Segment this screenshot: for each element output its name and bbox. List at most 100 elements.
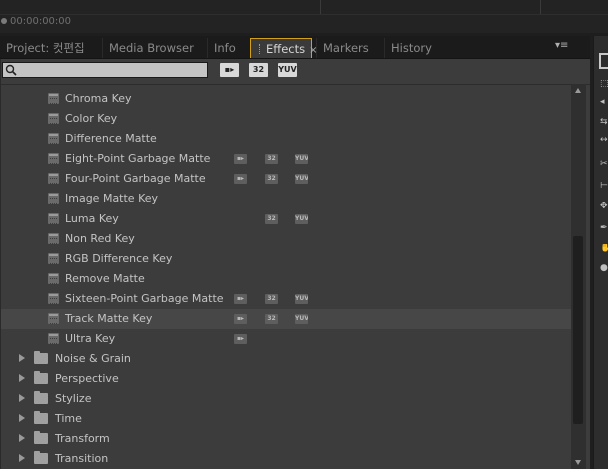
- razor-tool-icon[interactable]: ✂: [600, 160, 608, 168]
- accelerated-badge-icon: ▪▸: [234, 334, 247, 344]
- timecode-display[interactable]: 00:00:00:00: [1, 15, 71, 29]
- effect-label: Remove Matte: [65, 272, 145, 285]
- hand-tool-icon[interactable]: ✋: [600, 244, 608, 252]
- tab-label: Effects: [266, 42, 306, 56]
- scroll-thumb[interactable]: [573, 236, 583, 424]
- slip-tool-icon[interactable]: ⊢: [600, 182, 608, 190]
- effects-scrollbar[interactable]: [571, 84, 586, 469]
- folder-noise-grain[interactable]: Noise & Grain: [1, 349, 573, 369]
- 32bit-badge-icon: 32: [265, 174, 278, 184]
- tab-label: History: [391, 41, 432, 55]
- effect-label: Color Key: [65, 112, 118, 125]
- expand-triangle-icon[interactable]: [19, 374, 25, 382]
- tab-markers[interactable]: Markers: [316, 38, 378, 58]
- accelerated-effects-button[interactable]: ▪▸: [220, 63, 239, 77]
- effect-item-track-matte-key[interactable]: Track Matte Key ▪▸ 32 YUV: [1, 309, 573, 329]
- search-input[interactable]: [19, 63, 205, 77]
- effect-item-remove-matte[interactable]: Remove Matte: [1, 269, 573, 289]
- monitor-bar: 00:00:00:00: [0, 0, 608, 33]
- search-box[interactable]: [2, 62, 208, 78]
- timecode-text: 00:00:00:00: [10, 16, 72, 27]
- 32bit-effects-button[interactable]: 32: [249, 63, 268, 77]
- effect-item-luma-key[interactable]: Luma Key 32 YUV: [1, 209, 573, 229]
- effect-label: RGB Difference Key: [65, 252, 173, 265]
- folder-icon: [34, 411, 48, 424]
- pen-tool-icon[interactable]: ✒: [600, 224, 608, 232]
- effect-item-rgb-difference-key[interactable]: RGB Difference Key: [1, 249, 573, 269]
- tab-label: Info: [214, 41, 236, 55]
- folder-stylize[interactable]: Stylize: [1, 389, 573, 409]
- folder-perspective[interactable]: Perspective: [1, 369, 573, 389]
- accelerated-badge-icon: ▪▸: [234, 314, 247, 324]
- expand-triangle-icon[interactable]: [19, 394, 25, 402]
- accelerated-badge-icon: ▪▸: [234, 294, 247, 304]
- folder-label: Noise & Grain: [55, 352, 131, 365]
- expand-triangle-icon[interactable]: [19, 454, 25, 462]
- effect-item-eight-point-garbage-matte[interactable]: Eight-Point Garbage Matte ▪▸ 32 YUV: [1, 149, 573, 169]
- tab-project[interactable]: Project: 컷편집: [0, 38, 98, 58]
- scroll-up-icon[interactable]: [575, 88, 581, 93]
- effect-label: Luma Key: [65, 212, 119, 225]
- yuv-badge-icon: YUV: [295, 214, 308, 224]
- effect-label: Ultra Key: [65, 332, 116, 345]
- tab-media-browser[interactable]: Media Browser: [102, 38, 197, 58]
- effect-label: Chroma Key: [65, 92, 132, 105]
- effect-item-difference-matte[interactable]: Difference Matte: [1, 129, 573, 149]
- expand-triangle-icon[interactable]: [19, 354, 25, 362]
- effect-icon: [48, 133, 59, 144]
- effect-icon: [48, 253, 59, 264]
- effect-icon: [48, 233, 59, 244]
- rolling-edit-tool-icon[interactable]: ⇆: [600, 118, 608, 126]
- 32bit-badge-icon: 32: [265, 294, 278, 304]
- slide-tool-icon[interactable]: ✥: [600, 202, 608, 210]
- effect-icon: [48, 173, 59, 184]
- search-icon: [5, 64, 17, 76]
- yuv-badge-icon: YUV: [295, 154, 308, 164]
- yuv-badge-icon: YUV: [295, 314, 308, 324]
- zoom-tool-icon[interactable]: ●: [600, 264, 608, 272]
- 32bit-badge-icon: 32: [265, 314, 278, 324]
- effect-item-four-point-garbage-matte[interactable]: Four-Point Garbage Matte ▪▸ 32 YUV: [1, 169, 573, 189]
- folder-transition[interactable]: Transition: [1, 449, 573, 469]
- effect-icon: [48, 213, 59, 224]
- divider: [540, 0, 541, 14]
- rate-stretch-tool-icon[interactable]: ↔: [600, 136, 608, 144]
- tab-history[interactable]: History: [384, 38, 444, 58]
- effect-item-image-matte-key[interactable]: Image Matte Key: [1, 189, 573, 209]
- folder-time[interactable]: Time: [1, 409, 573, 429]
- folder-icon: [34, 431, 48, 444]
- tools-panel: ⬚ ◂ ⇆ ↔ ✂ ⊢ ✥ ✒ ✋ ●: [593, 36, 608, 469]
- folder-label: Transition: [55, 452, 109, 465]
- selection-tool-icon[interactable]: [599, 53, 608, 69]
- track-select-tool-icon[interactable]: ⬚: [600, 80, 608, 88]
- accelerated-badge-icon: ▪▸: [234, 154, 247, 164]
- effect-item-color-key[interactable]: Color Key: [1, 109, 573, 129]
- effects-tree: Chroma Key Color Key Difference Matte Ei…: [1, 84, 573, 469]
- effect-item-ultra-key[interactable]: Ultra Key ▪▸: [1, 329, 573, 349]
- drag-grip-icon[interactable]: [259, 44, 262, 54]
- yuv-badge-icon: YUV: [295, 174, 308, 184]
- effect-icon: [48, 333, 59, 344]
- effect-label: Difference Matte: [65, 132, 157, 145]
- panel-menu-icon[interactable]: ▾≡: [555, 40, 568, 51]
- expand-triangle-icon[interactable]: [19, 434, 25, 442]
- ripple-edit-tool-icon[interactable]: ◂: [600, 98, 608, 106]
- folder-transform[interactable]: Transform: [1, 429, 573, 449]
- effect-item-chroma-key[interactable]: Chroma Key: [1, 89, 573, 109]
- expand-triangle-icon[interactable]: [19, 414, 25, 422]
- folder-icon: [34, 391, 48, 404]
- tab-effects[interactable]: Effects ×: [250, 38, 317, 58]
- yuv-effects-button[interactable]: YUV: [278, 63, 297, 77]
- scroll-down-icon[interactable]: [575, 460, 581, 465]
- effect-label: Sixteen-Point Garbage Matte: [65, 292, 224, 305]
- accelerated-badge-icon: ▪▸: [234, 174, 247, 184]
- effect-item-non-red-key[interactable]: Non Red Key: [1, 229, 573, 249]
- folder-icon: [34, 451, 48, 464]
- effect-label: Track Matte Key: [65, 312, 153, 325]
- effect-icon: [48, 313, 59, 324]
- tab-info[interactable]: Info: [207, 38, 247, 58]
- effect-icon: [48, 153, 59, 164]
- effect-label: Eight-Point Garbage Matte: [65, 152, 211, 165]
- effect-label: Image Matte Key: [65, 192, 159, 205]
- effect-item-sixteen-point-garbage-matte[interactable]: Sixteen-Point Garbage Matte ▪▸ 32 YUV: [1, 289, 573, 309]
